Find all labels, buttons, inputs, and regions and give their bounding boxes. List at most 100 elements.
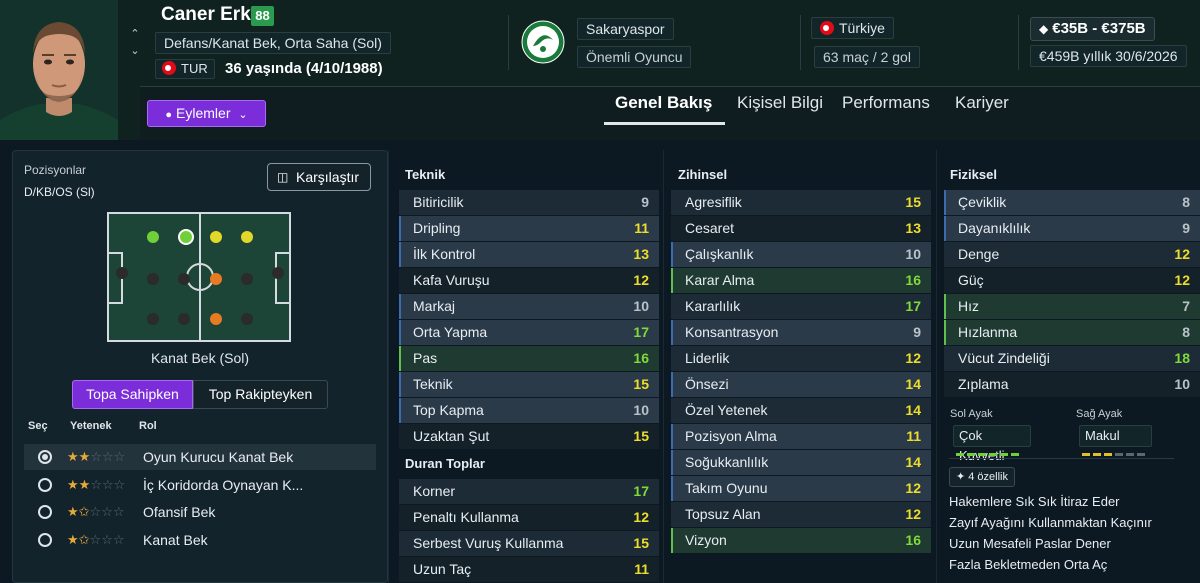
national-team-name: Türkiye xyxy=(839,20,885,36)
attribute-name: Serbest Vuruş Kullanma xyxy=(413,535,564,551)
attribute-row[interactable]: Önsezi 14 xyxy=(671,372,931,397)
attribute-name: Çalışkanlık xyxy=(685,246,754,262)
attribute-row[interactable]: Hız 7 xyxy=(944,294,1200,319)
radio-button[interactable] xyxy=(38,450,52,464)
attribute-row[interactable]: Uzun Taç 11 xyxy=(399,557,659,582)
chevron-down-icon[interactable]: ⌄ xyxy=(127,43,143,60)
attribute-row[interactable]: Orta Yapma 17 xyxy=(399,320,659,345)
role-row[interactable]: ★★☆☆☆ Oyun Kurucu Kanat Bek xyxy=(24,444,376,470)
position-dot[interactable] xyxy=(147,231,159,243)
tab-personal-info[interactable]: Kişisel Bilgi xyxy=(737,93,823,123)
role-row[interactable]: ★★☆☆☆ İç Koridorda Oynayan K... xyxy=(24,472,376,498)
technical-header: Teknik xyxy=(405,167,446,182)
attribute-name: Topsuz Alan xyxy=(685,506,761,522)
attribute-value: 12 xyxy=(1174,272,1190,288)
attribute-row[interactable]: Pas 16 xyxy=(399,346,659,371)
position-dot[interactable] xyxy=(178,273,190,285)
attribute-value: 16 xyxy=(905,532,921,548)
attribute-row[interactable]: Hızlanma 8 xyxy=(944,320,1200,345)
toggle-in-possession[interactable]: Topa Sahipken xyxy=(72,380,193,409)
role-header-role[interactable]: Rol xyxy=(139,420,157,432)
radio-button[interactable] xyxy=(38,505,52,519)
attribute-row[interactable]: Pozisyon Alma 11 xyxy=(671,424,931,449)
position-dot[interactable] xyxy=(116,267,128,279)
position-dot[interactable] xyxy=(210,231,222,243)
chevron-up-icon[interactable]: ⌃ xyxy=(127,26,143,43)
position-dot[interactable] xyxy=(241,273,253,285)
attribute-row[interactable]: İlk Kontrol 13 xyxy=(399,242,659,267)
attribute-row[interactable]: Penaltı Kullanma 12 xyxy=(399,505,659,530)
club-name[interactable]: Sakaryaspor xyxy=(577,18,674,40)
attribute-row[interactable]: Dayanıklılık 9 xyxy=(944,216,1200,241)
attribute-row[interactable]: Bitiricilik 9 xyxy=(399,190,659,215)
player-nav-arrows[interactable]: ⌃ ⌄ xyxy=(127,26,143,60)
attribute-row[interactable]: Serbest Vuruş Kullanma 15 xyxy=(399,531,659,556)
attribute-row[interactable]: Top Kapma 10 xyxy=(399,398,659,423)
radio-button[interactable] xyxy=(38,533,52,547)
position-dot[interactable] xyxy=(241,231,253,243)
role-row[interactable]: ★✩☆☆☆ Kanat Bek xyxy=(24,527,376,553)
role-rating-stars: ★★☆☆☆ xyxy=(67,477,126,492)
position-dot[interactable] xyxy=(178,313,190,325)
attribute-row[interactable]: Soğukkanlılık 14 xyxy=(671,450,931,475)
attribute-row[interactable]: Agresiflik 15 xyxy=(671,190,931,215)
attribute-name: Kararlılık xyxy=(685,298,741,314)
attribute-row[interactable]: Güç 12 xyxy=(944,268,1200,293)
attribute-name: Markaj xyxy=(413,298,456,314)
attribute-row[interactable]: Çalışkanlık 10 xyxy=(671,242,931,267)
toggle-out-of-possession[interactable]: Top Rakipteyken xyxy=(193,380,328,409)
attribute-value: 15 xyxy=(633,535,649,551)
attribute-row[interactable]: Kafa Vuruşu 12 xyxy=(399,268,659,293)
position-dot[interactable] xyxy=(147,273,159,285)
attribute-row[interactable]: Vizyon 16 xyxy=(671,528,931,553)
attribute-row[interactable]: Uzaktan Şut 15 xyxy=(399,424,659,449)
position-dot[interactable] xyxy=(241,313,253,325)
role-row[interactable]: ★✩☆☆☆ Ofansif Bek xyxy=(24,499,376,525)
club-logo[interactable] xyxy=(521,20,565,64)
attribute-row[interactable]: Teknik 15 xyxy=(399,372,659,397)
attribute-row[interactable]: Cesaret 13 xyxy=(671,216,931,241)
active-tab-indicator xyxy=(604,122,725,125)
attribute-name: Kafa Vuruşu xyxy=(413,272,490,288)
attribute-name: Çeviklik xyxy=(958,194,1007,210)
position-pitch[interactable] xyxy=(107,212,291,342)
traits-count[interactable]: ✦ 4 özellik xyxy=(949,467,1015,487)
tab-performance[interactable]: Performans xyxy=(842,93,930,123)
attribute-row[interactable]: Dripling 11 xyxy=(399,216,659,241)
position-dot-selected[interactable] xyxy=(178,229,194,245)
attribute-row[interactable]: Kararlılık 17 xyxy=(671,294,931,319)
tab-career[interactable]: Kariyer xyxy=(955,93,1009,123)
position-dot[interactable] xyxy=(147,313,159,325)
compare-button[interactable]: ◫ Karşılaştır xyxy=(267,163,371,191)
attribute-row[interactable]: Karar Alma 16 xyxy=(671,268,931,293)
attribute-row[interactable]: Takım Oyunu 12 xyxy=(671,476,931,501)
attribute-value: 12 xyxy=(633,509,649,525)
attribute-row[interactable]: Çeviklik 8 xyxy=(944,190,1200,215)
compare-label: Karşılaştır xyxy=(296,169,360,185)
attribute-row[interactable]: Vücut Zindeliği 18 xyxy=(944,346,1200,371)
attribute-value: 17 xyxy=(633,324,649,340)
attribute-row[interactable]: Denge 12 xyxy=(944,242,1200,267)
attribute-row[interactable]: Topsuz Alan 12 xyxy=(671,502,931,527)
position-dot[interactable] xyxy=(210,273,222,285)
attribute-row[interactable]: Markaj 10 xyxy=(399,294,659,319)
actions-button[interactable]: ● Eylemler ⌄ xyxy=(147,100,266,127)
attribute-row[interactable]: Konsantrasyon 9 xyxy=(671,320,931,345)
role-header-select: Seç xyxy=(28,420,48,432)
compare-icon: ◫ xyxy=(277,170,289,184)
attribute-name: Pas xyxy=(413,350,438,366)
national-team[interactable]: Türkiye xyxy=(811,17,894,39)
position-dot[interactable] xyxy=(210,313,222,325)
attribute-row[interactable]: Liderlik 12 xyxy=(671,346,931,371)
attribute-value: 9 xyxy=(1182,220,1190,236)
tab-overview[interactable]: Genel Bakış xyxy=(615,93,712,123)
radio-button[interactable] xyxy=(38,478,52,492)
position-dot[interactable] xyxy=(272,267,284,279)
attribute-row[interactable]: Korner 17 xyxy=(399,479,659,504)
attribute-value: 12 xyxy=(905,506,921,522)
nationality-badge[interactable]: TUR xyxy=(155,59,215,79)
attribute-row[interactable]: Zıplama 10 xyxy=(944,372,1200,397)
attribute-row[interactable]: Özel Yetenek 14 xyxy=(671,398,931,423)
role-header-ability[interactable]: Yetenek xyxy=(70,420,112,432)
sparkle-icon: ✦ xyxy=(956,471,966,483)
